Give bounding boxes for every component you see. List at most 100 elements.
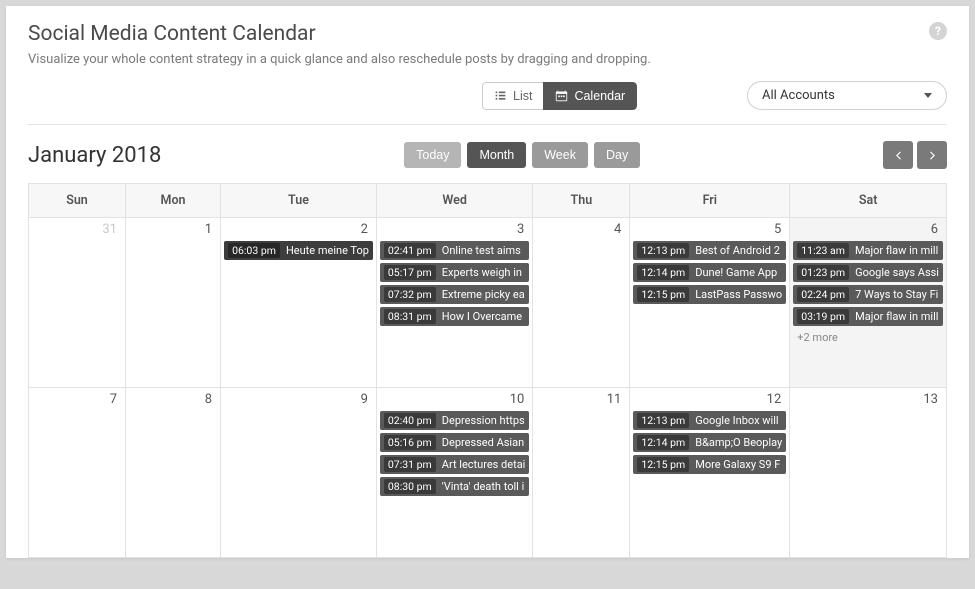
day-header: Wed — [376, 184, 532, 218]
calendar-event[interactable]: 12:14 pm Dune! Game App — [633, 263, 786, 282]
event-title: Heute meine Top — [286, 244, 369, 257]
calendar-event[interactable]: 02:40 pmDepression https — [380, 411, 529, 430]
event-time: 02:41 pm — [384, 243, 436, 258]
more-events-link[interactable]: +2 more — [793, 329, 943, 346]
event-time: 12:13 pm — [637, 413, 689, 428]
calendar-view-button[interactable]: Calendar — [543, 82, 637, 110]
calendar-event[interactable]: 08:31 pm How I Overcame — [380, 307, 529, 326]
calendar-view-label: Calendar — [574, 89, 625, 103]
calendar-event[interactable]: 02:41 pmOnline test aims — [380, 241, 529, 260]
event-title: Major flaw in mill — [855, 310, 938, 323]
month-button[interactable]: Month — [467, 142, 526, 168]
accounts-dropdown[interactable]: All Accounts — [747, 81, 947, 110]
calendar-event[interactable]: 12:15 pmMore Galaxy S9 F — [633, 455, 786, 474]
event-time: 07:32 pm — [384, 287, 436, 302]
event-time: 02:40 pm — [384, 413, 436, 428]
calendar-event[interactable]: 03:19 pm Major flaw in mill — [793, 307, 943, 326]
day-number: 7 — [29, 388, 125, 411]
event-title: How I Overcame — [442, 310, 522, 323]
page-subtitle: Visualize your whole content strategy in… — [28, 52, 947, 67]
event-title: Google says Assi — [855, 266, 939, 279]
calendar-event[interactable]: 05:16 pm Depressed Asian — [380, 433, 529, 452]
event-time: 12:14 pm — [637, 265, 689, 280]
page-title: Social Media Content Calendar — [28, 22, 947, 46]
event-title: 'Vinta' death toll i — [442, 480, 524, 493]
event-title: Depressed Asian — [442, 436, 524, 449]
calendar-cell[interactable]: 1212:13 pmGoogle Inbox will12:14 pmB&amp… — [630, 388, 790, 558]
day-number: 9 — [221, 388, 376, 411]
today-button[interactable]: Today — [404, 142, 461, 168]
calendar-cell[interactable]: 1002:40 pmDepression https 05:16 pm Depres… — [376, 388, 532, 558]
calendar-event[interactable]: 06:03 pm Heute meine Top — [224, 241, 373, 260]
event-time: 05:17 pm — [384, 265, 436, 280]
day-header: Tue — [221, 184, 377, 218]
event-title: Dune! Game App — [695, 266, 777, 279]
day-number: 2 — [221, 218, 376, 241]
day-number: 3 — [377, 218, 532, 241]
event-time: 12:14 pm — [637, 435, 689, 450]
calendar-cell[interactable]: 1 — [126, 218, 221, 388]
day-number: 8 — [126, 388, 220, 411]
calendar-cell[interactable]: 7 — [29, 388, 126, 558]
calendar-event[interactable]: 08:30 pm 'Vinta' death toll i — [380, 477, 529, 496]
list-icon — [494, 89, 507, 102]
calendar-cell[interactable]: 11 — [533, 388, 630, 558]
day-header: Fri — [630, 184, 790, 218]
calendar-event[interactable]: 01:23 pm Google says Assi — [793, 263, 943, 282]
calendar-cell[interactable]: 512:13 pmBest of Android 212:14 pmDune! … — [630, 218, 790, 388]
event-time: 01:23 pm — [797, 265, 849, 280]
event-time: 07:31 pm — [384, 457, 436, 472]
calendar-event[interactable]: 12:13 pm Google Inbox will — [633, 411, 786, 430]
calendar-event[interactable]: 11:23 amMajor flaw in mill — [793, 241, 943, 260]
day-number: 11 — [533, 388, 629, 411]
week-button[interactable]: Week — [532, 142, 588, 168]
event-time: 08:30 pm — [384, 479, 436, 494]
day-number: 6 — [790, 218, 946, 241]
view-toggle: List Calendar — [482, 82, 637, 110]
day-header: Sat — [790, 184, 947, 218]
calendar-event[interactable]: 02:24 pm7 Ways to Stay Fi — [793, 285, 943, 304]
help-icon[interactable]: ? — [929, 22, 947, 40]
event-time: 05:16 pm — [384, 435, 436, 450]
event-time: 06:03 pm — [228, 243, 280, 258]
calendar-cell[interactable]: 8 — [126, 388, 221, 558]
event-time: 12:13 pm — [637, 243, 689, 258]
event-title: Google Inbox will — [695, 414, 778, 427]
calendar-event[interactable]: 07:31 pm Art lectures detai — [380, 455, 529, 474]
event-title: LastPass Passwo — [695, 288, 782, 301]
calendar-cell[interactable]: 302:41 pmOnline test aims 05:17 pm Experts… — [376, 218, 532, 388]
month-label: January 2018 — [28, 143, 161, 168]
calendar-event[interactable]: 12:13 pm Best of Android 2 — [633, 241, 786, 260]
calendar-cell[interactable]: 611:23 amMajor flaw in mill 01:23 pm Googl… — [790, 218, 947, 388]
day-button[interactable]: Day — [594, 142, 640, 168]
list-view-button[interactable]: List — [482, 82, 544, 110]
prev-button[interactable] — [883, 141, 913, 169]
calendar-cell[interactable]: 2 06:03 pm Heute meine Top — [221, 218, 377, 388]
accounts-dropdown-label: All Accounts — [762, 88, 835, 103]
calendar-cell[interactable]: 31 — [29, 218, 126, 388]
event-title: Major flaw in mill — [855, 244, 938, 257]
day-number: 13 — [790, 388, 946, 411]
calendar-event[interactable]: 12:14 pm B&amp;O Beoplay — [633, 433, 786, 452]
calendar-event[interactable]: 05:17 pm Experts weigh in — [380, 263, 529, 282]
day-number: 31 — [29, 218, 125, 241]
event-title: Art lectures detai — [442, 458, 526, 471]
day-number: 1 — [126, 218, 220, 241]
next-button[interactable] — [917, 141, 947, 169]
day-number: 10 — [377, 388, 532, 411]
event-title: Best of Android 2 — [695, 244, 780, 257]
calendar-cell[interactable]: 9 — [221, 388, 377, 558]
event-title: Extreme picky ea — [442, 288, 525, 301]
calendar-cell[interactable]: 13 — [790, 388, 947, 558]
list-view-label: List — [513, 89, 532, 103]
event-time: 03:19 pm — [797, 309, 849, 324]
event-time: 08:31 pm — [384, 309, 436, 324]
event-time: 02:24 pm — [797, 287, 849, 302]
chevron-left-icon — [892, 149, 905, 162]
day-header: Mon — [126, 184, 221, 218]
calendar-event[interactable]: 12:15 pmLastPass Passwo — [633, 285, 786, 304]
event-title: Experts weigh in — [442, 266, 522, 279]
calendar-cell[interactable]: 4 — [533, 218, 630, 388]
calendar-event[interactable]: 07:32 pm Extreme picky ea — [380, 285, 529, 304]
event-title: B&amp;O Beoplay — [695, 436, 782, 449]
